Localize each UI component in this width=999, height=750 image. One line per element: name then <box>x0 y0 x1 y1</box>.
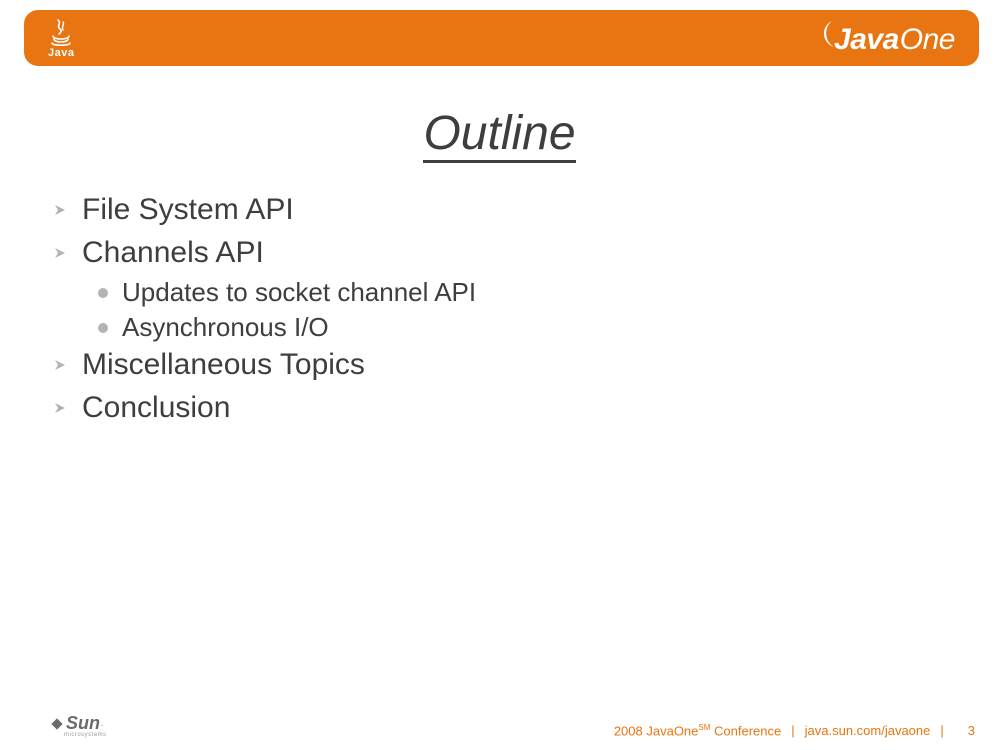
arrow-bullet-icon <box>54 202 70 218</box>
list-item: Conclusion <box>54 388 959 429</box>
javaone-logo-one: One <box>900 23 955 57</box>
sun-logo: Sun. microsystems <box>50 713 107 738</box>
footer-url: java.sun.com/javaone <box>805 723 931 738</box>
slide-content: File System API Channels API Updates to … <box>54 190 959 430</box>
java-logo: Java <box>48 18 74 59</box>
sun-microsystems-text: microsystems <box>64 732 107 738</box>
list-subitem-text: Asynchronous I/O <box>122 310 329 345</box>
arrow-bullet-icon <box>54 357 70 373</box>
slide-header: Java JavaOne <box>24 10 979 66</box>
list-item-text: Channels API <box>82 233 264 274</box>
sun-diamond-icon <box>50 717 64 731</box>
arrow-bullet-icon <box>54 245 70 261</box>
java-cup-icon <box>50 18 72 46</box>
list-item-text: File System API <box>82 190 294 231</box>
sun-logo-text: Sun <box>66 713 100 734</box>
arrow-bullet-icon <box>54 400 70 416</box>
dot-bullet-icon <box>98 288 108 298</box>
javaone-logo: JavaOne <box>818 19 955 57</box>
slide-title: Outline <box>0 106 999 161</box>
list-item: Channels API <box>54 233 959 274</box>
javaone-logo-java: Java <box>834 23 899 57</box>
page-number: 3 <box>968 723 975 738</box>
footer-conference: 2008 JavaOneSM Conference <box>614 723 781 738</box>
list-subitem-text: Updates to socket channel API <box>122 275 476 310</box>
list-item: Miscellaneous Topics <box>54 345 959 386</box>
footer-sep: | <box>940 723 943 738</box>
java-logo-text: Java <box>48 48 74 59</box>
list-item-text: Miscellaneous Topics <box>82 345 365 386</box>
dot-bullet-icon <box>98 323 108 333</box>
list-item: File System API <box>54 190 959 231</box>
slide-footer: Sun. microsystems 2008 JavaOneSM Confere… <box>50 713 975 738</box>
list-subitem: Updates to socket channel API <box>98 275 959 310</box>
slide-title-text: Outline <box>423 107 575 163</box>
list-item-text: Conclusion <box>82 388 230 429</box>
list-subitem: Asynchronous I/O <box>98 310 959 345</box>
footer-sep: | <box>791 723 794 738</box>
footer-right: 2008 JavaOneSM Conference | java.sun.com… <box>614 723 975 738</box>
